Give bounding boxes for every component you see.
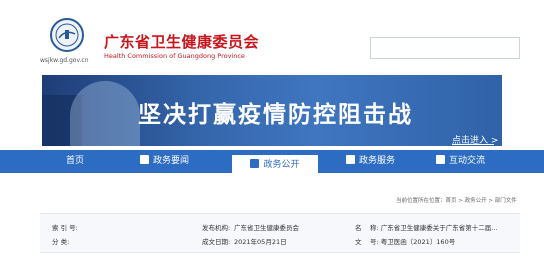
site-url: wsjkw.gd.gov.cn	[40, 57, 89, 64]
nav-home[interactable]: 首页	[66, 150, 84, 173]
breadcrumb[interactable]: 当前位置所在位置：首页 > 政务公开 > 部门文件	[396, 196, 517, 204]
search-input[interactable]	[370, 37, 520, 59]
date-value: 2021年05月21日	[234, 238, 287, 246]
nav-news[interactable]: 政务要闻	[140, 150, 189, 173]
banner-figure	[70, 81, 140, 146]
doc-no-value: 号: 粤卫医函〔2021〕160号	[370, 238, 456, 246]
banner-more-underline	[452, 144, 494, 145]
emblem-logo[interactable]	[50, 18, 84, 52]
date-label: 成文日期:	[202, 238, 231, 246]
globe-icon	[55, 23, 79, 47]
nav-interact-label: 互动交流	[449, 156, 486, 166]
nav-service-label: 政务服务	[359, 156, 396, 166]
nav-service[interactable]: 政务服务	[346, 150, 395, 173]
hero-banner[interactable]: 坚决打赢疫情防控阻击战 点击进入 >	[42, 75, 502, 146]
open-icon	[250, 159, 260, 168]
news-icon	[140, 155, 149, 164]
category-label: 分 类:	[52, 238, 70, 246]
nav-home-label: 首页	[66, 156, 85, 166]
nav-open[interactable]: 政务公开	[232, 153, 318, 173]
title-label: 名	[355, 224, 362, 232]
doc-no-label: 文	[355, 238, 362, 246]
nav-news-label: 政务要闻	[153, 156, 190, 166]
org-name-cn[interactable]: 广东省卫生健康委员会	[104, 31, 259, 52]
main-nav: 首页 政务要闻 政务公开 政务服务 互动交流	[0, 150, 544, 173]
nav-open-label: 政务公开	[263, 160, 300, 170]
title-value: 称: 广东省卫生健康委关于广东省第十二届...	[370, 224, 498, 232]
index-label: 索 引 号:	[52, 224, 78, 232]
document-meta-table: 索 引 号: 分 类: 发布机构: 广东省卫生健康委员会 成文日期: 2021年…	[40, 213, 520, 253]
publisher-value: 广东省卫生健康委员会	[234, 224, 299, 232]
publisher-label: 发布机构:	[202, 224, 231, 232]
chat-icon	[436, 155, 445, 164]
service-icon	[346, 155, 355, 164]
nav-interact[interactable]: 互动交流	[436, 150, 485, 173]
banner-headline: 坚决打赢疫情防控阻击战	[138, 102, 413, 128]
site-header: wsjkw.gd.gov.cn 广东省卫生健康委员会 Health Commis…	[0, 0, 544, 74]
org-name-en: Health Commission of Guangdong Province	[104, 52, 245, 60]
